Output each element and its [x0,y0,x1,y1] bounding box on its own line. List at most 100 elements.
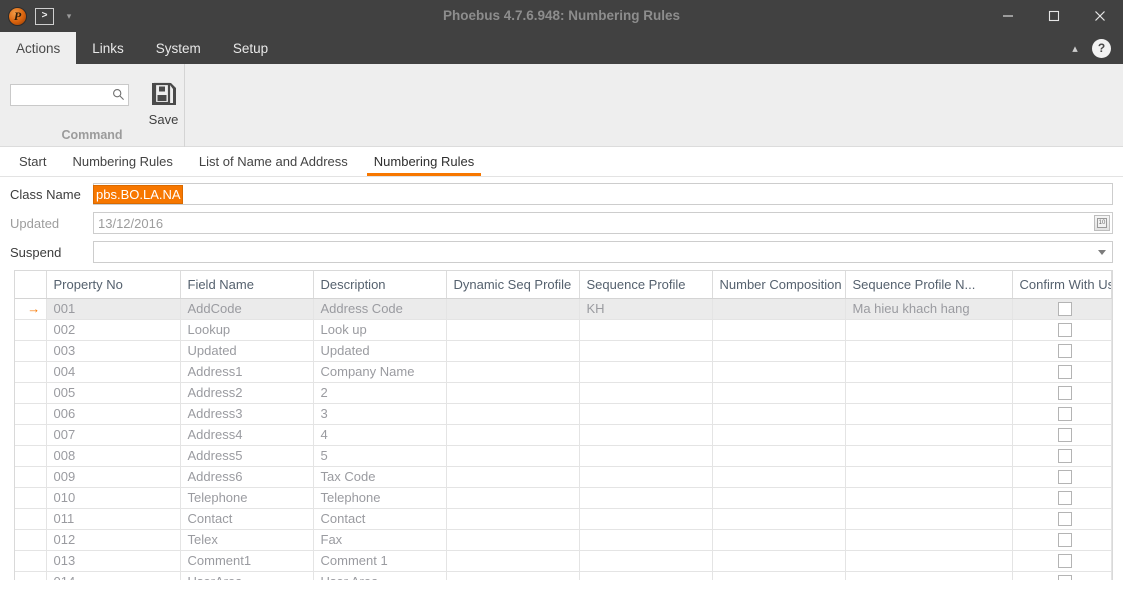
cell-property-no[interactable]: 014 [46,571,181,580]
row-indicator[interactable] [15,550,47,572]
cell-number-composition[interactable] [712,319,846,341]
cell-sequence-profile-name[interactable] [845,361,1013,383]
cell-sequence-profile[interactable] [579,508,713,530]
cell-description[interactable]: User Area [313,571,447,580]
cell-number-composition[interactable] [712,298,846,320]
tab-start[interactable]: Start [6,147,59,176]
grid-header-sequence-profile-name[interactable]: Sequence Profile N... [845,271,1013,299]
confirm-with-user-checkbox[interactable] [1058,302,1073,317]
confirm-with-user-checkbox[interactable] [1058,407,1073,422]
cell-description[interactable]: Tax Code [313,466,447,488]
cell-field-name[interactable]: UserArea [180,571,314,580]
cell-sequence-profile-name[interactable] [845,508,1013,530]
confirm-with-user-checkbox[interactable] [1058,575,1073,580]
cell-number-composition[interactable] [712,403,846,425]
cell-sequence-profile-name[interactable] [845,571,1013,580]
row-indicator[interactable] [15,319,47,341]
cell-dynamic-seq-profile[interactable] [446,466,580,488]
cell-sequence-profile[interactable] [579,445,713,467]
cell-description[interactable]: 4 [313,424,447,446]
cell-property-no[interactable]: 010 [46,487,181,509]
table-row[interactable]: 006 Address3 3 [15,403,1112,425]
cell-description[interactable]: 5 [313,445,447,467]
table-row[interactable]: 014UserAreaUser Area [15,571,1112,580]
cell-field-name[interactable]: Address5 [180,445,314,467]
quick-access-command-icon[interactable]: > [35,7,54,25]
cell-sequence-profile[interactable] [579,403,713,425]
cell-sequence-profile-name[interactable] [845,319,1013,341]
grid-header-dynamic-seq-profile[interactable]: Dynamic Seq Profile [446,271,580,299]
cell-sequence-profile[interactable] [579,340,713,362]
cell-dynamic-seq-profile[interactable] [446,529,580,551]
cell-property-no[interactable]: 002 [46,319,181,341]
cell-dynamic-seq-profile[interactable] [446,403,580,425]
grid-header-confirm-with-user[interactable]: Confirm With User [1012,271,1112,299]
cell-sequence-profile-name[interactable] [845,382,1013,404]
cell-description[interactable]: 3 [313,403,447,425]
cell-confirm-with-user[interactable] [1012,571,1112,580]
table-row[interactable]: 013 Comment1 Comment 1 [15,550,1112,572]
help-icon[interactable]: ? [1092,38,1111,58]
quick-access-chevron-down-icon[interactable]: ▾ [62,9,76,23]
row-indicator[interactable] [15,487,47,509]
cell-dynamic-seq-profile[interactable] [446,487,580,509]
table-row[interactable]: 005 Address2 2 [15,382,1112,404]
cell-confirm-with-user[interactable] [1012,298,1112,320]
chevron-up-icon[interactable]: ▴ [1064,37,1086,59]
minimize-icon[interactable] [985,0,1031,32]
cell-property-no[interactable]: 003 [46,340,181,362]
cell-field-name[interactable]: Lookup [180,319,314,341]
cell-sequence-profile[interactable] [579,382,713,404]
cell-sequence-profile-name[interactable]: Ma hieu khach hang [845,298,1013,320]
cell-sequence-profile[interactable] [579,487,713,509]
row-indicator[interactable] [15,403,47,425]
confirm-with-user-checkbox[interactable] [1058,323,1073,338]
numbering-rules-grid[interactable]: Property No Field Name Description Dynam… [14,270,1113,580]
row-indicator[interactable] [15,508,47,530]
cell-property-no[interactable]: 005 [46,382,181,404]
cell-confirm-with-user[interactable] [1012,382,1112,404]
cell-sequence-profile[interactable] [579,361,713,383]
cell-sequence-profile-name[interactable] [845,340,1013,362]
cell-confirm-with-user[interactable] [1012,445,1112,467]
cell-description[interactable]: Contact [313,508,447,530]
cell-sequence-profile-name[interactable] [845,487,1013,509]
cell-dynamic-seq-profile[interactable] [446,571,580,580]
cell-sequence-profile[interactable] [579,550,713,572]
row-indicator[interactable] [15,571,47,580]
table-row[interactable]: 012 Telex Fax [15,529,1112,551]
cell-number-composition[interactable] [712,340,846,362]
row-indicator[interactable] [15,361,47,383]
updated-input[interactable]: 13/12/2016 10 [93,212,1113,234]
row-indicator[interactable] [15,466,47,488]
cell-dynamic-seq-profile[interactable] [446,382,580,404]
cell-dynamic-seq-profile[interactable] [446,508,580,530]
cell-confirm-with-user[interactable] [1012,550,1112,572]
table-row[interactable]: 008 Address5 5 [15,445,1112,467]
cell-property-no[interactable]: 009 [46,466,181,488]
cell-confirm-with-user[interactable] [1012,424,1112,446]
confirm-with-user-checkbox[interactable] [1058,491,1073,506]
row-indicator[interactable] [15,445,47,467]
confirm-with-user-checkbox[interactable] [1058,470,1073,485]
close-icon[interactable] [1077,0,1123,32]
confirm-with-user-checkbox[interactable] [1058,428,1073,443]
cell-dynamic-seq-profile[interactable] [446,445,580,467]
cell-number-composition[interactable] [712,550,846,572]
cell-sequence-profile-name[interactable] [845,529,1013,551]
cell-number-composition[interactable] [712,529,846,551]
cell-dynamic-seq-profile[interactable] [446,424,580,446]
cell-description[interactable]: Company Name [313,361,447,383]
cell-number-composition[interactable] [712,487,846,509]
cell-dynamic-seq-profile[interactable] [446,340,580,362]
maximize-icon[interactable] [1031,0,1077,32]
cell-confirm-with-user[interactable] [1012,508,1112,530]
confirm-with-user-checkbox[interactable] [1058,449,1073,464]
tab-numbering-rules-1[interactable]: Numbering Rules [59,147,185,176]
cell-property-no[interactable]: 007 [46,424,181,446]
confirm-with-user-checkbox[interactable] [1058,386,1073,401]
cell-description[interactable]: Telephone [313,487,447,509]
class-name-input[interactable]: pbs.BO.LA.NA [93,183,1113,205]
table-row[interactable]: → 001 AddCode Address Code KH Ma hieu khach h… [15,298,1112,320]
table-row[interactable]: 003 Updated Updated [15,340,1112,362]
